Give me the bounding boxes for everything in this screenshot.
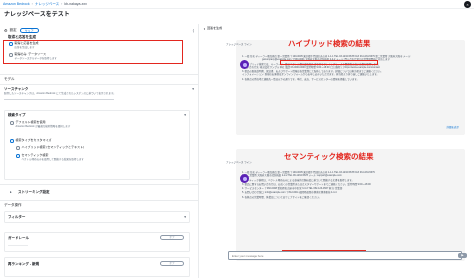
response-label: ナレッジベース ライン <box>226 161 252 164</box>
radio-button-selected[interactable] <box>9 42 13 46</box>
highlight-box <box>280 60 378 65</box>
radio-button[interactable] <box>10 121 14 125</box>
hybrid-search-label: ハイブリッド検索 (セマンティックとテキスト) <box>21 145 85 149</box>
model-label: モデル <box>4 77 15 81</box>
guardrail-toggle-button[interactable]: オフ <box>160 235 184 240</box>
breadcrumb-bedrock[interactable]: Amazon Bedrock <box>3 2 30 6</box>
chevron-down-icon[interactable]: ▾ <box>184 215 186 219</box>
chat-input-box[interactable] <box>228 251 462 260</box>
hybrid-result-title: ハイブリッド検索の結果 <box>288 39 371 48</box>
streaming-title: ストリーミング設定 <box>18 190 50 194</box>
streaming-divider <box>0 184 199 185</box>
config-header: ⚙ 設定 クリア <box>4 28 39 33</box>
response-card-semantic: ナレッジベース ライン セマンティック検索の結果 1. 一般 住宅 ディーラー販… <box>226 149 465 261</box>
radio-button-selected[interactable] <box>10 139 14 143</box>
config-panel: ⚙ 設定 クリア ⟨ 取得と応答を生成 取得と応答を生成 応答を生成します 取得… <box>0 24 199 278</box>
top-bar: Amazon Bedrock › ナレッジベース › kb-nakaya-xxx… <box>0 0 474 9</box>
send-button[interactable]: ▶ <box>458 253 467 258</box>
model-divider <box>0 74 199 75</box>
chat-header: ◑ 回答を生成 <box>203 27 222 31</box>
response-line: 4. サービスセンター 〒460-0008 愛知県名古屋市中区栄 3-3-3 T… <box>242 187 343 191</box>
response-text: 1. 一般 住宅 ディーラー販売拠点 第一営業所 〒100-0005 東京都千代… <box>242 55 459 125</box>
breadcrumb-separator: › <box>31 1 33 6</box>
config-header-label: 設定 <box>9 28 17 33</box>
data-ops-divider <box>0 200 199 201</box>
response-line: 6. 各拠点の営業時間、休業日についてはウェブサイトをご確認ください。 <box>242 195 322 199</box>
radio-custom-search[interactable]: 検索タイプをカスタマイズ <box>10 138 52 143</box>
search-type-title: 検索タイプ <box>8 113 26 117</box>
radio-generate-sub: 応答を生成します <box>14 45 35 49</box>
guardrail-placeholder <box>8 245 28 247</box>
default-search-sub: Amazon Bedrock が最適な検索戦略を選択します <box>15 124 71 128</box>
slider-track[interactable] <box>4 99 114 101</box>
chevron-down-icon[interactable]: ▾ <box>192 87 194 91</box>
response-label: ナレッジベース ライン <box>226 43 252 46</box>
source-chunk-title: ソースチャンク <box>4 87 29 91</box>
response-line: 5. お問い合わせ窓口: info@example.com 〒812-0011 … <box>242 191 337 195</box>
chevron-right-icon[interactable]: ▸ <box>10 190 12 194</box>
retrieval-section-title: 取得と応答を生成 <box>8 35 36 39</box>
source-chunk-desc: 取得したソースチャンクは、Amazon Bedrock にて生成されたレスポンス… <box>4 92 116 95</box>
breadcrumb-knowledge-base[interactable]: ナレッジベース <box>35 2 59 6</box>
chat-header-label: 回答を生成 <box>207 26 223 31</box>
chat-panel: ◑ 回答を生成 ナレッジベース ライン ハイブリッド検索の結果 1. 一般 住宅… <box>200 24 474 278</box>
response-text: 1. 一般 住宅 ディーラー販売拠点 第一営業所 〒100-0005 東京都千代… <box>242 171 459 251</box>
chat-icon: ◑ <box>203 27 206 31</box>
settings-icon: ⚙ <box>4 28 8 33</box>
rerank-title: 再ランキング - 新規 <box>8 262 40 266</box>
response-line: インフォメーション: 新規のお客様はオンラインフォームからお申し込みいただけます… <box>242 73 379 77</box>
assistant-avatar <box>240 174 249 183</box>
radio-button[interactable] <box>16 146 20 150</box>
radio-semantic-search[interactable]: セマンティック検索 ベクトル埋め込みを使用して関連する結果を取得します <box>16 153 84 161</box>
custom-search-label: 検索タイプをカスタマイズ <box>15 138 52 142</box>
data-ops-title: データ操作 <box>4 203 22 207</box>
response-line: お問い合わせ先: 株式会社サンプル 本社 電話 03-0000-0000 受付時… <box>242 65 380 69</box>
source-chunk-divider <box>0 84 199 85</box>
radio-hybrid-search[interactable]: ハイブリッド検索 (セマンティックとテキスト) <box>16 145 85 150</box>
clear-button[interactable]: クリア <box>19 28 39 33</box>
radio-retrieve-sub: データソースからデータを取得します <box>14 56 57 60</box>
breadcrumb-separator: › <box>61 1 63 6</box>
response-line: 4. 各拠点の所在地と連絡先一覧は以下の通りです。本社、支店、サービスセンターの… <box>242 77 359 81</box>
response-line: セマンティック検索は、ベクトル埋め込みによる意味的な類似度に基づいて関連する文書… <box>242 178 354 182</box>
radio-retrieve-only[interactable]: 取得のみ: データソース データソースからデータを取得します <box>9 52 57 60</box>
filter-box[interactable] <box>4 211 190 223</box>
chat-input[interactable] <box>229 252 429 260</box>
rerank-box <box>4 257 190 277</box>
radio-button-selected[interactable] <box>16 154 20 158</box>
breadcrumb-current: kb-nakaya-xxx <box>64 1 87 6</box>
show-details-link[interactable]: 詳細を表示 <box>446 126 459 129</box>
radio-generate[interactable]: 取得と応答を生成 応答を生成します <box>9 41 39 49</box>
response-card-hybrid: ナレッジベース ライン ハイブリッド検索の結果 1. 一般 住宅 ディーラー販売… <box>226 39 465 135</box>
close-icon[interactable]: × <box>464 1 471 8</box>
page-title: ナレッジベースをテスト <box>4 12 70 18</box>
assistant-avatar <box>240 60 249 69</box>
radio-button[interactable] <box>9 53 13 57</box>
guardrail-title: ガードレール <box>8 236 29 240</box>
semantic-result-title: セマンティック検索の結果 <box>284 152 374 161</box>
chevron-down-icon[interactable]: ▾ <box>184 113 186 117</box>
response-line: 3. 製品に関するお問い合わせは、お近くの営業所またはカスタマーサポートまでご連… <box>242 182 371 186</box>
radio-default-search[interactable]: デフォルト検索を使用 Amazon Bedrock が最適な検索戦略を選択します <box>10 120 71 128</box>
response-line: 2. 第二営業所 大阪府大阪市北区梅田 2-2-2 TEL 06-1234-56… <box>242 174 342 178</box>
filter-title: フィルター <box>8 215 26 219</box>
rerank-toggle-button[interactable]: オフ <box>160 261 184 266</box>
semantic-search-sub: ベクトル埋め込みを使用して関連する結果を取得します <box>21 157 84 161</box>
collapse-panel-icon[interactable]: ⟨ <box>192 28 194 33</box>
